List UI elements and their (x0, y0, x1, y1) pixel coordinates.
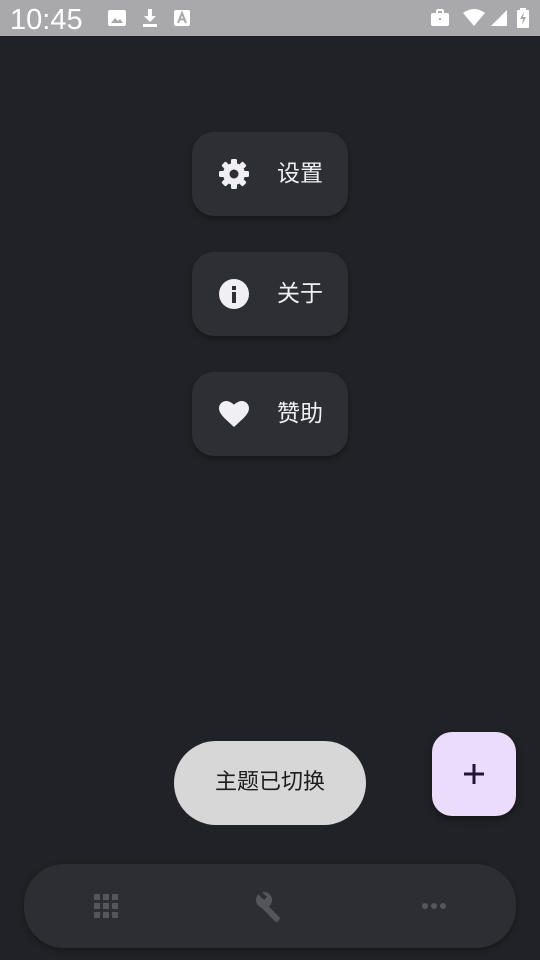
menu-item-sponsor[interactable]: 赞助 (192, 372, 348, 456)
menu-item-label: 设置 (277, 161, 323, 187)
status-time: 10:45 (10, 4, 83, 36)
bottom-navigation (24, 864, 516, 948)
menu-item-label: 赞助 (277, 401, 323, 427)
download-icon (143, 9, 157, 27)
signal-icon (491, 10, 507, 26)
menu-item-label: 关于 (277, 281, 323, 307)
menu-item-about[interactable]: 关于 (192, 252, 348, 336)
plus-icon (464, 764, 484, 784)
add-fab-button[interactable] (432, 732, 516, 816)
toast-message: 主题已切换 (174, 741, 366, 825)
grid-icon[interactable] (86, 886, 126, 926)
gear-icon (219, 159, 249, 189)
heart-icon (219, 401, 249, 427)
image-icon (108, 10, 126, 26)
more-horizontal-icon[interactable] (414, 886, 454, 926)
briefcase-icon (431, 9, 449, 26)
info-icon (219, 279, 249, 309)
status-bar: 10:45 (0, 0, 540, 36)
battery-charging-icon (517, 8, 529, 28)
translate-icon (174, 10, 190, 26)
wrench-icon[interactable] (250, 886, 290, 926)
wifi-icon (463, 9, 485, 26)
menu-item-settings[interactable]: 设置 (192, 132, 348, 216)
